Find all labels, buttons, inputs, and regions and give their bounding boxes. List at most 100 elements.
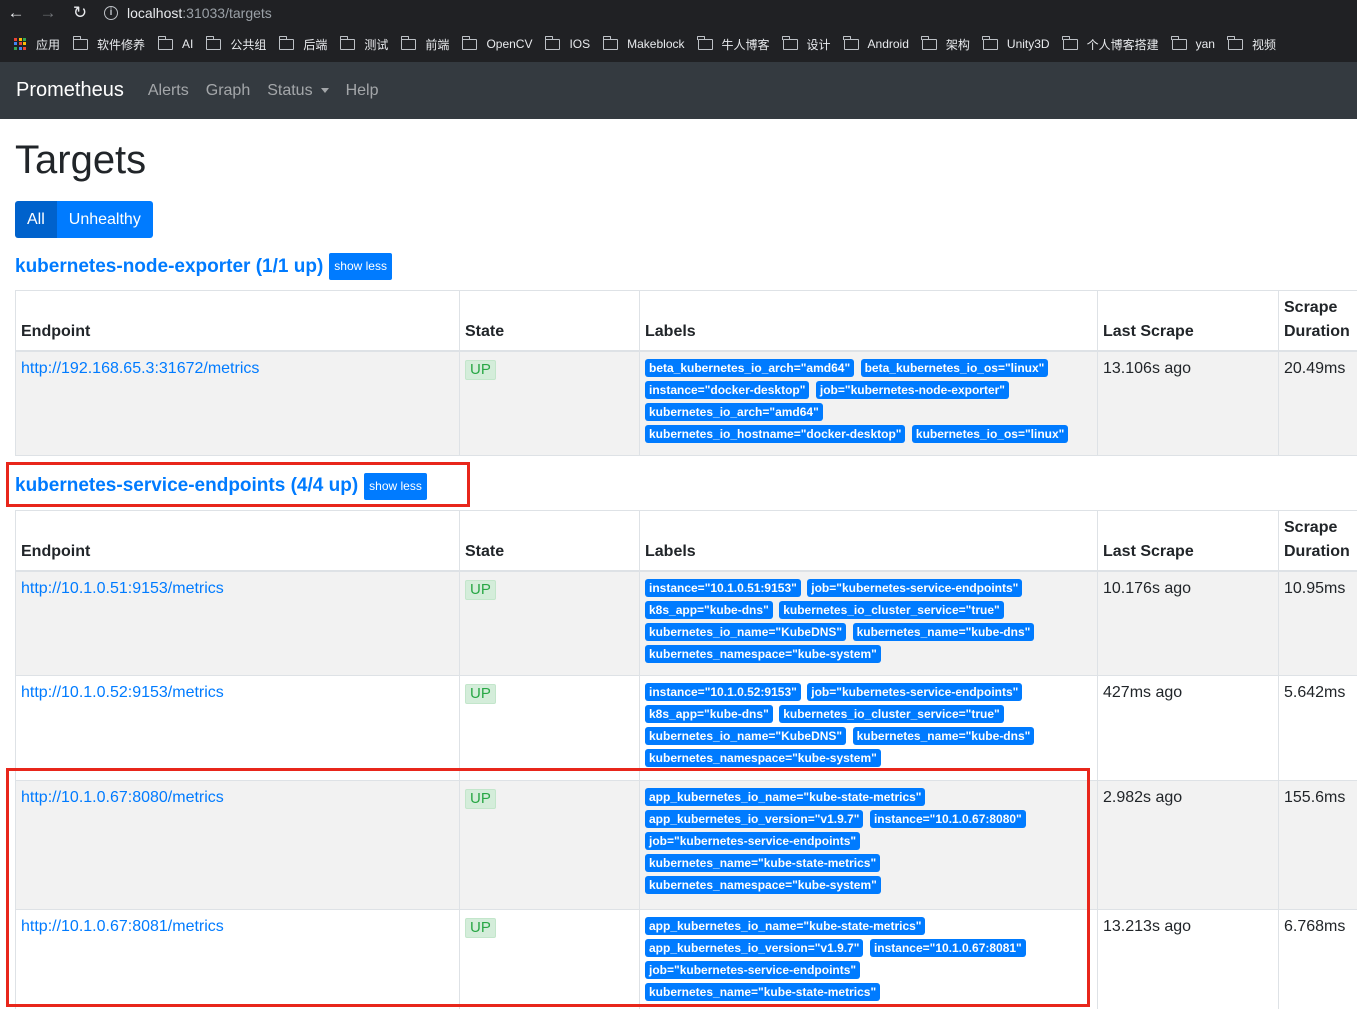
endpoint-link[interactable]: http://10.1.0.67:8080/metrics	[21, 789, 224, 806]
prometheus-navbar: Prometheus Alerts Graph Status Help	[0, 62, 1357, 119]
bookmark-folder[interactable]: 架构	[921, 35, 970, 53]
reload-icon[interactable]: ↻	[64, 0, 96, 26]
endpoint-link[interactable]: http://10.1.0.51:9153/metrics	[21, 580, 224, 597]
filter-unhealthy-button[interactable]: Unhealthy	[56, 201, 153, 238]
label-badge: kubernetes_name="kube-dns"	[852, 727, 1035, 745]
table-row: http://192.168.65.3:31672/metrics UP bet…	[15, 350, 1357, 456]
last-scrape-value: 10.176s ago	[1103, 579, 1192, 597]
nav-alerts[interactable]: Alerts	[148, 82, 189, 100]
folder-icon	[602, 35, 619, 50]
state-badge: UP	[465, 684, 496, 704]
label-badge: instance="docker-desktop"	[645, 381, 810, 399]
bookmark-folder[interactable]: OpenCV	[461, 35, 532, 51]
column-header-labels: Labels	[639, 509, 1098, 572]
folder-icon	[278, 35, 295, 50]
bookmark-folder[interactable]: 测试	[339, 35, 388, 53]
table-row: http://10.1.0.67:8081/metrics UP app_kub…	[15, 909, 1357, 1009]
state-badge: UP	[465, 918, 496, 938]
filter-all-button[interactable]: All	[15, 201, 57, 238]
endpoint-link[interactable]: http://10.1.0.67:8081/metrics	[21, 918, 224, 935]
label-badge: kubernetes_namespace="kube-system"	[645, 644, 881, 663]
column-header-last-scrape: Last Scrape	[1097, 290, 1279, 352]
bookmark-apps[interactable]: 应用	[14, 36, 60, 53]
folder-icon	[157, 35, 174, 50]
forward-arrow-icon[interactable]: →	[32, 0, 64, 26]
label-badge: beta_kubernetes_io_arch="amd64"	[645, 359, 855, 377]
back-arrow-icon[interactable]: ←	[0, 0, 32, 26]
bookmark-folder[interactable]: Makeblock	[602, 35, 685, 51]
nav-graph[interactable]: Graph	[206, 82, 250, 100]
label-badge: job="kubernetes-service-endpoints"	[807, 578, 1023, 597]
folder-icon	[205, 35, 222, 50]
main-content: Targets All Unhealthy kubernetes-node-ex…	[0, 138, 1357, 1009]
bookmark-folder[interactable]: IOS	[544, 35, 590, 51]
label-badge: beta_kubernetes_io_os="linux"	[860, 359, 1049, 377]
bookmark-folder[interactable]: 视频	[1227, 35, 1276, 53]
pool-title-link[interactable]: kubernetes-node-exporter (1/1 up)	[15, 256, 323, 278]
label-badge: kubernetes_io_arch="amd64"	[645, 403, 823, 421]
bookmark-folder[interactable]: 个人博客搭建	[1062, 35, 1159, 53]
label-badge: k8s_app="kube-dns"	[645, 600, 773, 619]
url-host: localhost	[127, 5, 183, 21]
folder-icon	[1171, 35, 1187, 50]
label-badge: kubernetes_io_cluster_service="true"	[779, 705, 1004, 723]
brand-link[interactable]: Prometheus	[16, 79, 124, 102]
bookmark-folder[interactable]: AI	[157, 35, 193, 51]
label-badge: kubernetes_io_os="linux"	[911, 425, 1069, 443]
label-badge: kubernetes_namespace="kube-system"	[645, 876, 881, 894]
folder-icon	[921, 35, 937, 50]
endpoint-link[interactable]: http://10.1.0.52:9153/metrics	[21, 684, 224, 701]
label-badge: k8s_app="kube-dns"	[645, 705, 773, 723]
bookmark-folder[interactable]: yan	[1171, 35, 1215, 51]
state-badge: UP	[465, 579, 496, 600]
pool-title-link[interactable]: kubernetes-service-endpoints (4/4 up)	[15, 475, 358, 497]
targets-table: Endpoint State Labels Last Scrape Scrape…	[15, 509, 1357, 1009]
nav-status-label: Status	[267, 81, 313, 99]
column-header-scrape-duration: Scrape Duration	[1278, 509, 1357, 572]
last-scrape-value: 2.982s ago	[1103, 789, 1183, 806]
bookmark-folder[interactable]: 前端	[400, 35, 449, 53]
show-less-button[interactable]: show less	[329, 253, 392, 280]
label-badge: app_kubernetes_io_version="v1.9.7"	[645, 939, 864, 957]
targets-table: Endpoint State Labels Last Scrape Scrape…	[15, 290, 1357, 456]
label-badge: app_kubernetes_io_name="kube-state-metri…	[645, 917, 926, 935]
label-badge: job="kubernetes-node-exporter"	[815, 381, 1009, 399]
last-scrape-value: 13.213s ago	[1103, 918, 1192, 935]
folder-icon	[982, 35, 998, 50]
caret-down-icon	[320, 88, 329, 93]
column-header-endpoint: Endpoint	[15, 509, 460, 572]
column-header-state: State	[459, 290, 640, 352]
show-less-button[interactable]: show less	[364, 472, 427, 500]
bookmark-folder[interactable]: 牛人博客	[697, 35, 770, 53]
folder-icon	[544, 35, 561, 50]
nav-status-dropdown[interactable]: Status	[267, 81, 329, 100]
endpoint-link[interactable]: http://192.168.65.3:31672/metrics	[21, 360, 259, 377]
folder-icon	[400, 35, 417, 50]
bookmark-folder[interactable]: Android	[843, 35, 909, 51]
label-badge: kubernetes_name="kube-dns"	[852, 622, 1035, 641]
bookmark-folder[interactable]: Unity3D	[982, 35, 1050, 51]
table-row: http://10.1.0.67:8080/metrics UP app_kub…	[15, 780, 1357, 910]
bookmark-folder[interactable]: 后端	[278, 35, 327, 53]
nav-help[interactable]: Help	[346, 82, 379, 100]
bookmark-folder[interactable]: 公共组	[205, 35, 266, 53]
address-bar: ← → ↻ i localhost:31033/targets	[0, 0, 1357, 26]
label-badge: instance="10.1.0.67:8081"	[869, 939, 1026, 957]
label-badge: kubernetes_io_name="KubeDNS"	[645, 727, 847, 745]
scrape-duration-value: 10.95ms	[1284, 579, 1346, 597]
bookmark-folder[interactable]: 软件修养	[72, 35, 145, 53]
label-badge: job="kubernetes-service-endpoints"	[645, 961, 861, 979]
labels-cell: beta_kubernetes_io_arch="amd64" beta_kub…	[639, 350, 1098, 456]
pool-header: kubernetes-node-exporter (1/1 up) show l…	[15, 252, 1357, 281]
labels-cell: instance="10.1.0.52:9153" job="kubernete…	[639, 675, 1098, 781]
bookmark-folder[interactable]: 设计	[782, 35, 831, 53]
url-field[interactable]: i localhost:31033/targets	[104, 5, 272, 21]
labels-cell: instance="10.1.0.51:9153" job="kubernete…	[639, 570, 1098, 676]
column-header-state: State	[459, 509, 640, 572]
label-badge: instance="10.1.0.51:9153"	[645, 578, 801, 597]
scrape-duration-value: 5.642ms	[1284, 684, 1346, 701]
pool-header: kubernetes-service-endpoints (4/4 up) sh…	[15, 472, 1357, 501]
label-badge: app_kubernetes_io_name="kube-state-metri…	[645, 788, 926, 806]
label-badge: instance="10.1.0.67:8080"	[869, 810, 1026, 828]
site-info-icon[interactable]: i	[104, 6, 118, 20]
